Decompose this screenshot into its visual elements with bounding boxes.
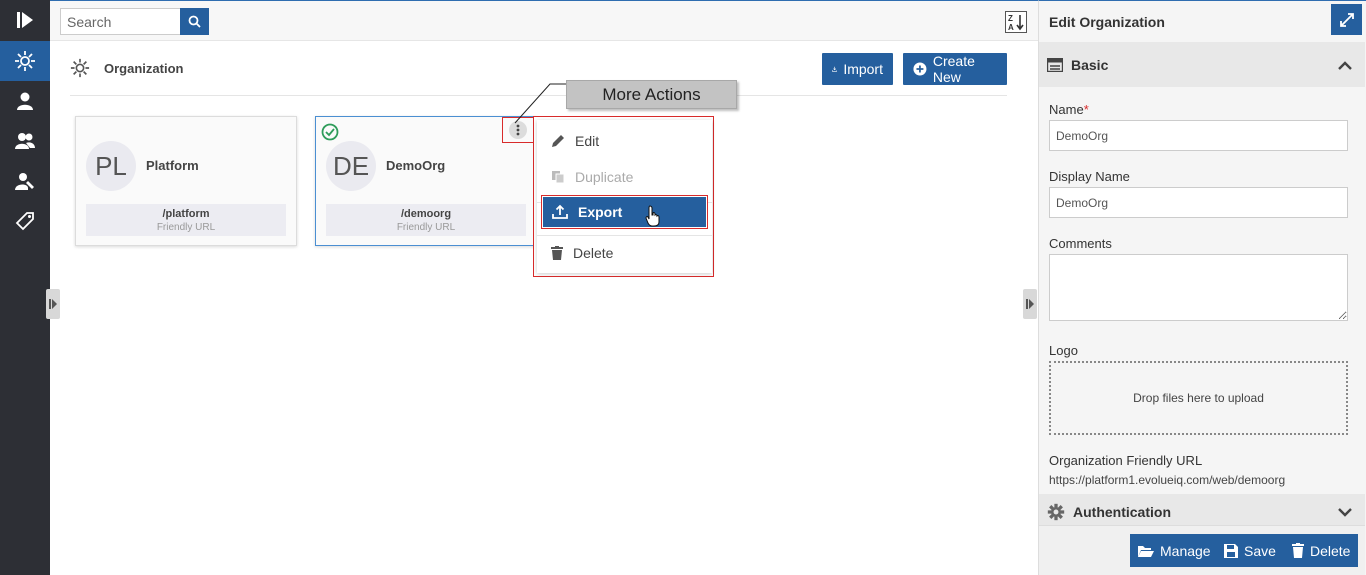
- folder-open-icon: [1138, 545, 1154, 557]
- name-field[interactable]: [1049, 120, 1348, 151]
- delete-button[interactable]: Delete: [1284, 534, 1359, 567]
- edit-organization-panel: Edit Organization Basic Name* Display Na…: [1038, 0, 1366, 575]
- nav-organization-icon[interactable]: [0, 41, 50, 81]
- svg-text:Z: Z: [1008, 14, 1013, 23]
- more-actions-callout: More Actions: [566, 80, 737, 109]
- expand-right-icon: [1026, 299, 1034, 309]
- manage-label: Manage: [1160, 542, 1211, 559]
- friendly-url-label: Friendly URL: [396, 222, 456, 233]
- menu-item-label: Edit: [575, 133, 600, 149]
- avatar: PL: [86, 141, 136, 191]
- gear-icon: [1047, 503, 1065, 521]
- basic-section-header[interactable]: Basic: [1039, 42, 1365, 87]
- menu-item-label: Duplicate: [575, 169, 634, 185]
- name-label: Name*: [1049, 102, 1089, 117]
- right-collapse-toggle[interactable]: [1023, 289, 1037, 319]
- sort-za-button[interactable]: Z A: [1005, 11, 1027, 33]
- check-circle-icon: [321, 123, 339, 141]
- logo-label: Logo: [1049, 343, 1078, 358]
- create-new-label: Create New: [932, 53, 975, 85]
- trash-icon: [551, 246, 563, 260]
- friendly-url-path: /demoorg: [400, 208, 452, 220]
- card-name: DemoOrg: [386, 158, 446, 173]
- logo-dropzone[interactable]: Drop files here to upload: [1049, 361, 1348, 435]
- svg-text:A: A: [1008, 23, 1014, 31]
- card-name: Platform: [146, 158, 199, 173]
- create-new-button[interactable]: Create New: [903, 53, 1007, 85]
- left-collapse-toggle[interactable]: [46, 289, 60, 319]
- download-icon: [832, 66, 838, 72]
- comments-field[interactable]: [1049, 254, 1348, 321]
- trash-icon: [1292, 543, 1304, 558]
- kebab-menu-icon: [509, 121, 527, 139]
- menu-item-edit[interactable]: Edit: [537, 124, 712, 158]
- copy-icon: [552, 171, 565, 184]
- friendly-url-value: https://platform1.evolueiq.com/web/demoo…: [1049, 473, 1286, 487]
- page-title: Organization: [104, 60, 184, 76]
- menu-item-export[interactable]: Export: [541, 195, 708, 229]
- page-header: Organization: [70, 58, 183, 78]
- display-name-label: Display Name: [1049, 169, 1130, 184]
- menu-item-label: Export: [578, 204, 623, 220]
- friendly-url-label: Organization Friendly URL: [1049, 453, 1203, 468]
- section-title: Authentication: [1073, 504, 1171, 520]
- nav-user-settings-icon[interactable]: [0, 161, 50, 201]
- form-icon: [1047, 57, 1063, 72]
- manage-button[interactable]: Manage: [1130, 534, 1219, 567]
- expand-panel-button[interactable]: [1331, 4, 1362, 35]
- friendly-url-box: /platform Friendly URL: [86, 204, 286, 236]
- menu-item-duplicate[interactable]: Duplicate: [537, 160, 712, 194]
- comments-label: Comments: [1049, 236, 1112, 251]
- friendly-url-box: /demoorg Friendly URL: [326, 204, 526, 236]
- chevron-down-icon: [1338, 508, 1352, 517]
- nav-rail: [0, 0, 50, 575]
- panel-title: Edit Organization: [1049, 14, 1165, 30]
- header-divider: [70, 95, 1007, 96]
- org-card-demoorg[interactable]: DE DemoOrg /demoorg Friendly URL: [315, 116, 537, 246]
- display-name-field[interactable]: [1049, 187, 1348, 218]
- search-input[interactable]: [60, 8, 180, 35]
- section-title: Basic: [1071, 56, 1109, 73]
- organization-icon: [70, 58, 90, 78]
- sort-za-icon: Z A: [1008, 14, 1024, 31]
- top-toolbar: Z A: [50, 1, 1038, 41]
- search-button[interactable]: [180, 8, 209, 35]
- import-label: Import: [843, 61, 883, 77]
- save-label: Save: [1244, 542, 1276, 559]
- friendly-url-path: /platform: [162, 208, 210, 220]
- nav-groups-icon[interactable]: [0, 121, 50, 161]
- main-content: Z A Organization Import Create New PL Pl…: [46, 0, 1038, 575]
- pencil-icon: [552, 135, 564, 147]
- menu-item-label: Delete: [573, 245, 614, 261]
- menu-item-delete[interactable]: Delete: [537, 236, 712, 270]
- upload-icon: [552, 204, 568, 219]
- avatar: DE: [326, 141, 376, 191]
- delete-label: Delete: [1310, 542, 1351, 559]
- hand-cursor-icon: [645, 205, 660, 227]
- panel-footer: Manage Save Delete: [1039, 525, 1365, 575]
- chevron-up-icon: [1338, 60, 1352, 70]
- more-actions-menu: Edit Duplicate Export Delete: [533, 116, 714, 277]
- import-button[interactable]: Import: [822, 53, 893, 85]
- more-actions-button[interactable]: [502, 117, 534, 143]
- expand-arrows-icon: [1339, 12, 1354, 27]
- plus-circle-icon: [913, 62, 927, 76]
- nav-user-icon[interactable]: [0, 81, 50, 121]
- org-card-platform[interactable]: PL Platform /platform Friendly URL: [75, 116, 297, 246]
- save-button[interactable]: Save: [1216, 534, 1284, 567]
- floppy-disk-icon: [1224, 543, 1238, 558]
- expand-right-icon: [49, 299, 57, 309]
- search-icon: [188, 15, 201, 28]
- friendly-url-label: Friendly URL: [156, 222, 216, 233]
- menu-panel: Edit Duplicate Export Delete: [537, 120, 712, 273]
- nav-tag-icon[interactable]: [0, 201, 50, 241]
- app-logo-icon[interactable]: [0, 0, 50, 40]
